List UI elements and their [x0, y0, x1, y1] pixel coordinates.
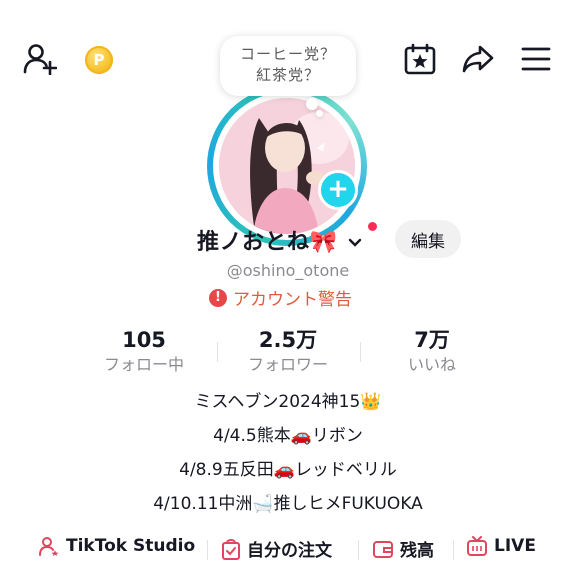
account-warning-link[interactable]: ! アカウント警告	[209, 285, 352, 310]
add-friend-button[interactable]	[22, 42, 58, 76]
order-bag-icon	[222, 538, 240, 560]
stat-following[interactable]: 105 フォロー中	[74, 326, 214, 376]
bio-line: ミスヘブン2024神15👑	[194, 392, 382, 412]
bubble-tail-dot-small	[316, 110, 323, 117]
share-arrow-icon	[462, 45, 494, 73]
bubble-tail-dot	[306, 98, 318, 110]
bio-line: 4/8.9五反田🚗レッドベリル	[179, 460, 397, 480]
calendar-star-icon	[404, 43, 436, 75]
live-link[interactable]: LIVE	[466, 536, 536, 556]
divider	[453, 540, 454, 560]
status-bubble[interactable]: コーヒー党？ 紅茶党？	[220, 36, 356, 96]
bio-line: 4/10.11中洲🛁推しヒメFUKUOKA	[153, 494, 423, 514]
coin-icon: P	[85, 46, 113, 74]
username-handle: @oshino_otone	[226, 261, 350, 280]
avatar-photo	[219, 98, 355, 234]
plus-icon: +	[327, 174, 349, 204]
edit-profile-button[interactable]: 編集	[395, 220, 461, 258]
balance-link[interactable]: 残高	[372, 536, 434, 561]
hamburger-menu-icon	[521, 47, 551, 71]
live-tv-icon	[467, 536, 487, 556]
stat-likes[interactable]: 7万 いいね	[362, 326, 502, 376]
coin-button[interactable]: P	[84, 45, 114, 75]
divider	[360, 342, 361, 362]
chevron-down-icon[interactable]	[348, 238, 362, 248]
calendar-button[interactable]	[402, 42, 438, 76]
account-warning-label: アカウント警告	[233, 290, 352, 310]
add-avatar-button[interactable]: +	[318, 170, 358, 210]
my-orders-link[interactable]: 自分の注文	[221, 536, 332, 561]
stat-followers[interactable]: 2.5万 フォロワー	[218, 326, 358, 376]
bubble-line-2: 紅茶党？	[255, 66, 320, 84]
studio-person-icon	[39, 537, 59, 556]
bio-line: 4/4.5熊本🚗リボン	[213, 426, 363, 446]
divider	[207, 540, 208, 560]
share-button[interactable]	[460, 42, 496, 76]
notification-dot	[368, 222, 377, 231]
person-add-icon	[23, 44, 57, 75]
wallet-icon	[373, 540, 393, 558]
menu-button[interactable]	[518, 44, 554, 74]
avatar[interactable]	[219, 98, 355, 234]
alert-icon: !	[209, 288, 227, 307]
tiktok-studio-link[interactable]: TikTok Studio	[38, 536, 195, 556]
profile-name: 推ノおとね🎀	[197, 224, 362, 256]
bubble-line-1: コーヒー党？	[239, 45, 336, 63]
divider	[358, 540, 359, 560]
